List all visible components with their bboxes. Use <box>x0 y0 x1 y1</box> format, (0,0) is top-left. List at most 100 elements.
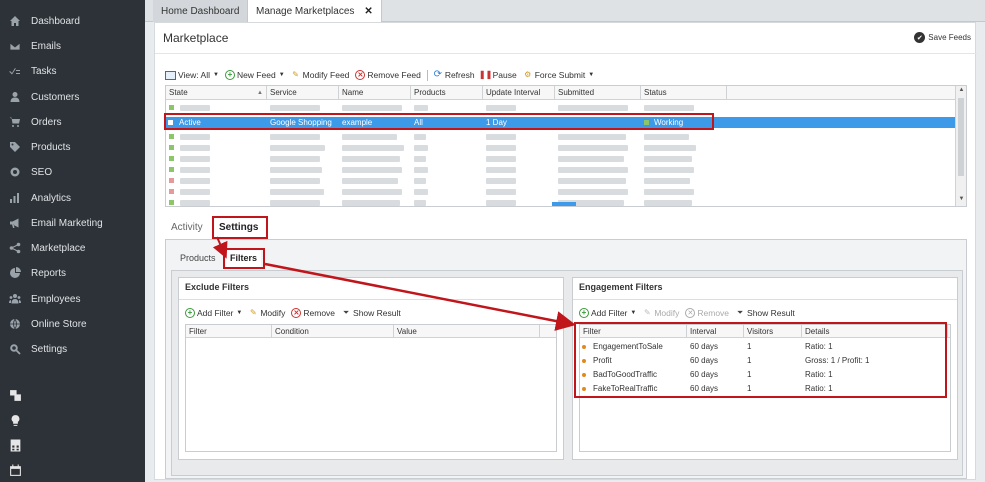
sidebar-item-label: Products <box>31 141 71 153</box>
scroll-up-icon[interactable]: ▲ <box>957 87 966 96</box>
show-result-button[interactable]: ⏷ Show Result <box>735 308 795 318</box>
remove-button[interactable]: ✕ Remove <box>291 308 335 318</box>
panel-title: Exclude Filters <box>185 282 250 292</box>
column-header-visitors[interactable]: Visitors <box>744 325 802 338</box>
modify-feed-button[interactable]: ✎ Modify Feed <box>291 70 350 80</box>
globe-icon <box>9 318 21 330</box>
divider <box>179 299 563 300</box>
vertical-scrollbar[interactable]: ▲ ▼ <box>955 86 966 206</box>
remove-feed-button[interactable]: ✕ Remove Feed <box>355 70 421 80</box>
modify-button[interactable]: ✎ Modify <box>642 308 679 318</box>
calendar-icon[interactable] <box>8 463 22 477</box>
tab-label: Home Dashboard <box>161 5 240 17</box>
sidebar-item-analytics[interactable]: Analytics <box>0 187 145 209</box>
table-row[interactable] <box>166 175 956 186</box>
add-filter-button[interactable]: + Add Filter ▼ <box>579 308 636 318</box>
column-header-service[interactable]: Service <box>267 86 339 100</box>
edit-icon: ✎ <box>249 308 257 317</box>
table-row[interactable]: FakeToRealTraffic 60 days 1 Ratio: 1 <box>580 382 950 395</box>
tab-products[interactable]: Products <box>176 249 220 267</box>
column-header-condition[interactable]: Condition <box>272 325 394 338</box>
sidebar-item-label: Reports <box>31 267 67 279</box>
sidebar-item-online-store[interactable]: Online Store <box>0 313 145 335</box>
column-header-name[interactable]: Name <box>339 86 411 100</box>
sidebar-item-label: Tasks <box>31 65 57 77</box>
details-cell: Ratio: 1 <box>805 370 833 379</box>
table-row[interactable]: BadToGoodTraffic 60 days 1 Ratio: 1 <box>580 368 950 381</box>
tab-activity[interactable]: Activity <box>165 218 209 238</box>
table-row[interactable]: EngagementToSale 60 days 1 Ratio: 1 <box>580 340 950 353</box>
sidebar-item-tasks[interactable]: Tasks <box>0 60 145 82</box>
remove-button[interactable]: ✕ Remove <box>685 308 729 318</box>
force-submit-button[interactable]: ⚙ Force Submit ▼ <box>523 70 594 80</box>
pause-button[interactable]: ❚❚ Pause <box>479 70 517 80</box>
add-filter-label: Add Filter <box>197 308 234 318</box>
show-result-label: Show Result <box>353 308 401 318</box>
add-icon: + <box>579 308 589 318</box>
sidebar-item-marketplace[interactable]: Marketplace <box>0 237 145 259</box>
modify-button[interactable]: ✎ Modify <box>248 308 285 318</box>
calculator-icon[interactable] <box>8 438 22 452</box>
sidebar-item-emails[interactable]: Emails <box>0 35 145 57</box>
column-label: Filter <box>583 327 601 336</box>
column-header-submitted[interactable]: Submitted <box>555 86 641 100</box>
sidebar-item-dashboard[interactable]: Dashboard <box>0 10 145 32</box>
table-row[interactable] <box>166 142 956 153</box>
tab-filters[interactable]: Filters <box>226 249 262 267</box>
view-dropdown[interactable]: View: All ▼ <box>165 70 219 80</box>
column-header-interval[interactable]: Interval <box>687 325 744 338</box>
sidebar-item-reports[interactable]: Reports <box>0 262 145 284</box>
sidebar-item-customers[interactable]: Customers <box>0 86 145 108</box>
new-feed-button[interactable]: + New Feed ▼ <box>224 70 285 80</box>
column-header-state[interactable]: State ▲ <box>166 86 267 100</box>
add-filter-button[interactable]: + Add Filter ▼ <box>185 308 242 318</box>
close-icon[interactable]: ✕ <box>364 6 372 17</box>
table-row-selected[interactable]: Active Google Shopping example All 1 Day… <box>166 117 956 128</box>
filter-cell: EngagementToSale <box>593 342 663 351</box>
splitter-handle[interactable] <box>552 202 576 206</box>
tab-bar: Home Dashboard Manage Marketplaces ✕ <box>145 0 985 22</box>
status-icon <box>644 120 649 125</box>
sidebar-item-orders[interactable]: Orders <box>0 111 145 133</box>
lightbulb-icon[interactable] <box>8 413 22 427</box>
show-result-button[interactable]: ⏷ Show Result <box>341 308 401 318</box>
megaphone-icon <box>9 217 21 229</box>
scroll-thumb[interactable] <box>958 98 964 176</box>
sidebar-item-email-marketing[interactable]: Email Marketing <box>0 212 145 234</box>
table-row[interactable] <box>166 164 956 175</box>
edit-icon: ✎ <box>292 70 299 79</box>
column-header-filter[interactable]: Filter <box>580 325 687 338</box>
tab-settings[interactable]: Settings <box>213 218 265 238</box>
column-header-value[interactable]: Value <box>394 325 540 338</box>
home-icon <box>9 15 21 27</box>
column-header-filter[interactable]: Filter <box>186 325 272 338</box>
refresh-label: Refresh <box>444 70 475 80</box>
table-row[interactable] <box>166 186 956 197</box>
table-row[interactable] <box>166 153 956 164</box>
engagement-filters-grid: Filter Interval Visitors Details Engagem… <box>579 324 951 452</box>
table-row[interactable] <box>166 102 956 113</box>
tab-home-dashboard[interactable]: Home Dashboard <box>153 0 249 22</box>
column-label: Condition <box>275 327 309 336</box>
modify-feed-label: Modify Feed <box>302 70 350 80</box>
share-icon <box>9 242 21 254</box>
sidebar-item-products[interactable]: Products <box>0 136 145 158</box>
sidebar-item-settings[interactable]: Settings <box>0 338 145 360</box>
engagement-filters-panel: Engagement Filters + Add Filter ▼ ✎ Modi… <box>572 277 958 460</box>
check-circle-icon: ✔ <box>914 32 926 43</box>
refresh-button[interactable]: ⟳ Refresh <box>433 70 475 81</box>
save-feeds-button[interactable]: ✔ Save Feeds <box>914 32 971 43</box>
tab-label: Products <box>180 253 216 263</box>
column-header-details[interactable]: Details <box>802 325 948 338</box>
sidebar-item-seo[interactable]: SEO <box>0 161 145 183</box>
tab-manage-marketplaces[interactable]: Manage Marketplaces ✕ <box>248 0 382 22</box>
column-header-status[interactable]: Status <box>641 86 727 100</box>
windows-icon[interactable] <box>8 388 22 402</box>
table-row[interactable] <box>166 131 956 142</box>
sidebar-item-employees[interactable]: Employees <box>0 288 145 310</box>
main-panel: Marketplace ✔ Save Feeds View: All ▼ + N… <box>154 22 977 480</box>
column-header-products[interactable]: Products <box>411 86 483 100</box>
scroll-down-icon[interactable]: ▼ <box>957 196 966 205</box>
column-header-update-interval[interactable]: Update Interval <box>483 86 555 100</box>
table-row[interactable]: Profit 60 days 1 Gross: 1 / Profit: 1 <box>580 354 950 367</box>
